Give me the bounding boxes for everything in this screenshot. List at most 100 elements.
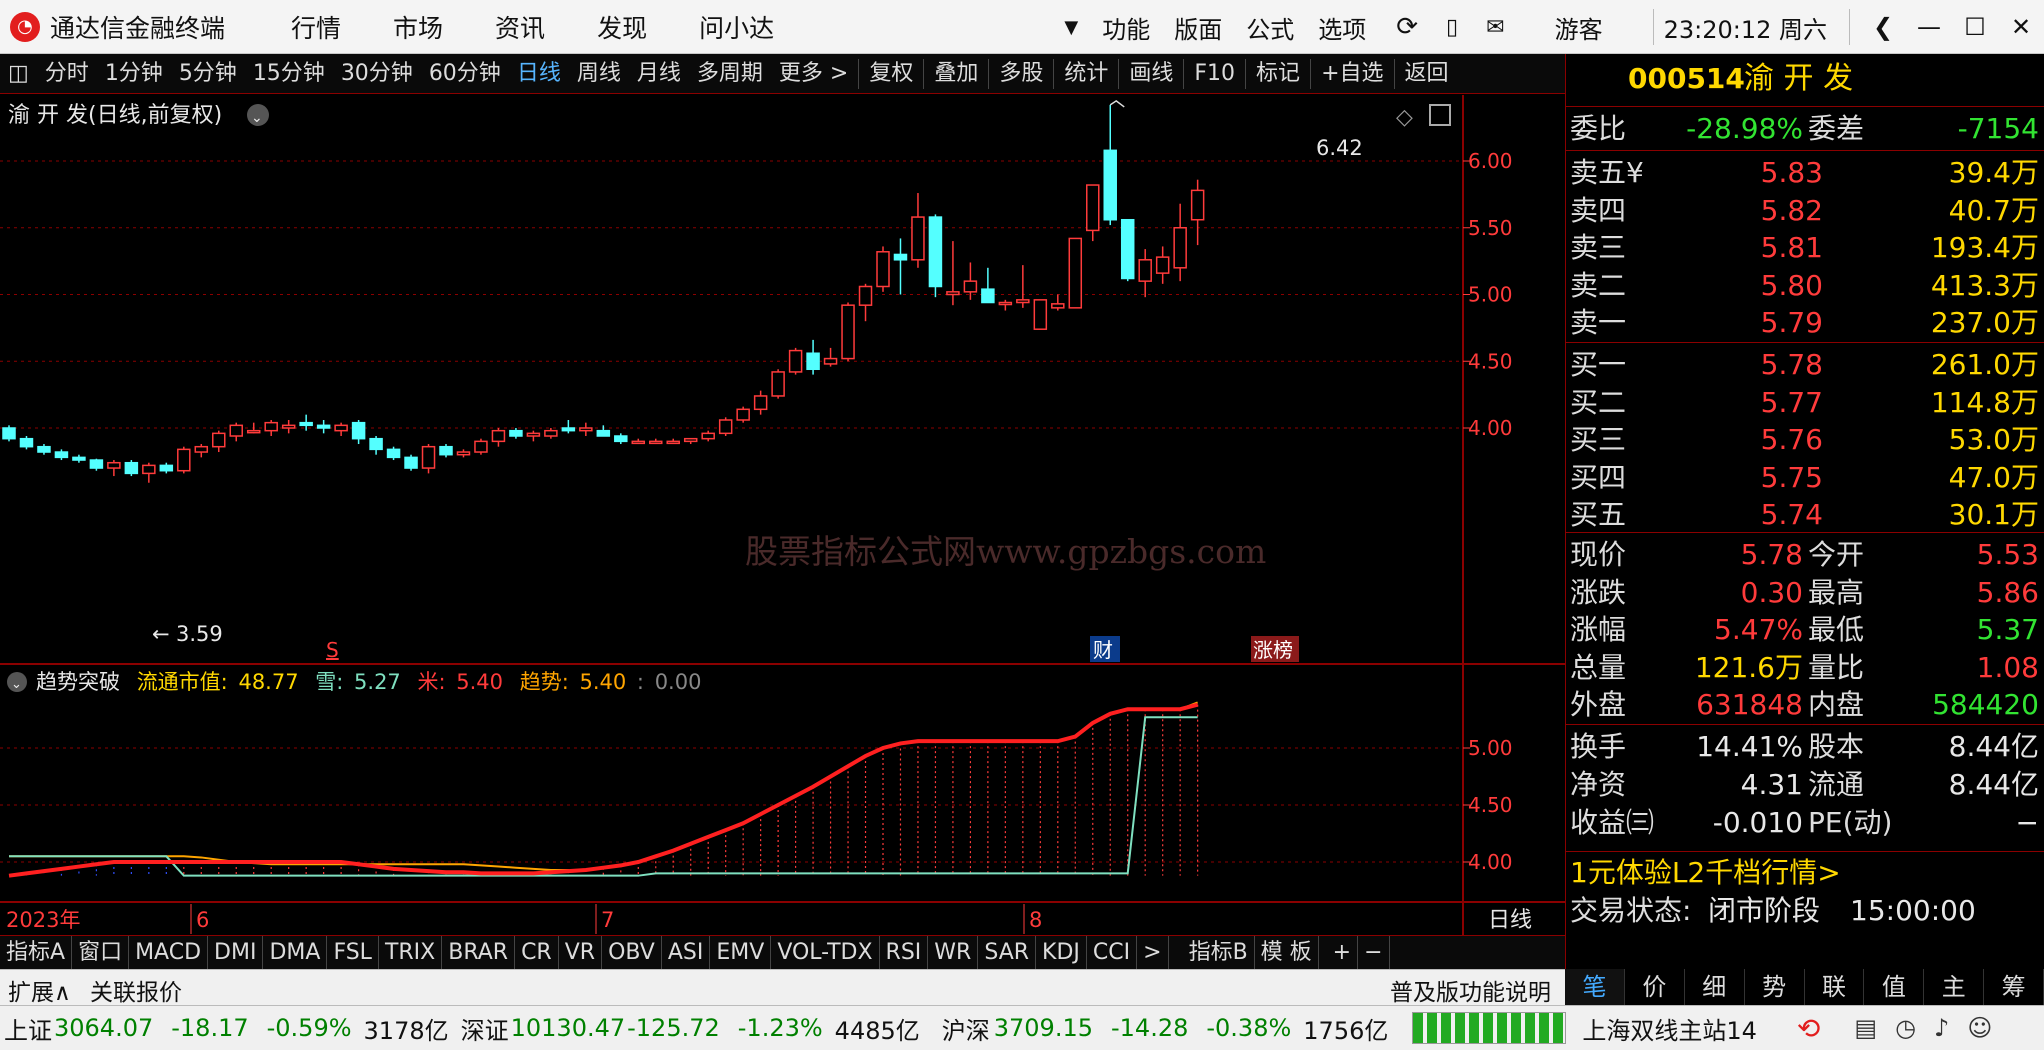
bid-row[interactable]: 买五 5.74 30.1万: [1566, 496, 2044, 534]
indicator-tab[interactable]: FSL: [327, 935, 379, 970]
indicator-tab[interactable]: 窗口: [72, 935, 130, 970]
chevron-down-icon[interactable]: ▼: [1064, 17, 1078, 38]
promo-link[interactable]: 1元体验L2千档行情>: [1570, 854, 1841, 892]
indicator-tab[interactable]: KDJ: [1036, 935, 1087, 970]
indicator-tab[interactable]: MACD: [129, 935, 209, 970]
maximize-icon[interactable]: ☐: [1952, 13, 1998, 41]
user-icon[interactable]: ☺: [1967, 1014, 1992, 1042]
quote-tab[interactable]: 细: [1685, 969, 1745, 1005]
menu-zixun[interactable]: 资讯: [495, 9, 545, 45]
period-15min[interactable]: 15分钟: [245, 54, 333, 94]
indicator-tab[interactable]: 指标A: [0, 935, 73, 970]
promo-row[interactable]: 1元体验L2千档行情>: [1566, 854, 2044, 892]
indicator-tab[interactable]: VR: [559, 935, 603, 970]
refresh-icon[interactable]: ⟳: [1396, 12, 1418, 42]
chart-area[interactable]: 渝 开 发(日线,前复权) ⌄ ◇ 股票指标公式网www.gpzbgs.com …: [0, 95, 1565, 935]
quote-tab[interactable]: 势: [1745, 969, 1805, 1005]
indicator-tab[interactable]: 模 板: [1255, 935, 1319, 970]
indicator-tab[interactable]: VOL-TDX: [771, 935, 880, 970]
quote-tab[interactable]: 价: [1625, 969, 1685, 1005]
indicator-tab[interactable]: RSI: [880, 935, 929, 970]
indicator-tab[interactable]: ASI: [662, 935, 711, 970]
action-duogu[interactable]: 多股: [991, 54, 1051, 94]
minimize-icon[interactable]: —: [1906, 13, 1952, 41]
bid-row[interactable]: 买二 5.77 114.8万: [1566, 384, 2044, 422]
indicator-tab[interactable]: OBV: [602, 935, 662, 970]
menu-wenxiaoda[interactable]: 问小达: [699, 9, 774, 45]
diamond-icon[interactable]: ◇: [1396, 105, 1413, 130]
period-daily[interactable]: 日线: [509, 54, 569, 94]
action-back[interactable]: 返回: [1397, 54, 1457, 94]
indicator-tab[interactable]: SAR: [978, 935, 1037, 970]
menu-faxian[interactable]: 发现: [597, 9, 647, 45]
mail-icon[interactable]: ✉: [1486, 15, 1504, 40]
period-1min[interactable]: 1分钟: [97, 54, 171, 94]
phone-icon[interactable]: ▯: [1446, 15, 1458, 40]
user-label[interactable]: 游客: [1555, 10, 1603, 45]
indicator-tab[interactable]: CR: [515, 935, 559, 970]
connection-icon[interactable]: ⟲: [1797, 1012, 1820, 1045]
index-hs-name[interactable]: 沪深: [942, 1011, 990, 1046]
indicator-tab[interactable]: DMI: [208, 935, 264, 970]
related-quote-button[interactable]: 关联报价: [90, 973, 182, 1007]
period-fenshi[interactable]: 分时: [37, 54, 97, 94]
action-f10[interactable]: F10: [1186, 54, 1243, 94]
calendar-icon[interactable]: ▤: [1854, 1014, 1877, 1042]
ask-row[interactable]: 卖二 5.80 413.3万: [1566, 267, 2044, 305]
event-marker-zhangbang[interactable]: 涨榜: [1253, 638, 1293, 662]
bid-row[interactable]: 买四 5.75 47.0万: [1566, 459, 2044, 497]
period-more[interactable]: 更多 >: [771, 54, 856, 94]
menu-shichang[interactable]: 市场: [393, 9, 443, 45]
indicator-tab[interactable]: DMA: [263, 935, 328, 970]
indicator-tab[interactable]: −: [1358, 935, 1390, 970]
indicator-tab[interactable]: CCI: [1087, 935, 1138, 970]
indicator-tab[interactable]: BRAR: [442, 935, 516, 970]
quote-tab[interactable]: 筹: [1984, 969, 2044, 1005]
quote-tab[interactable]: 值: [1864, 969, 1925, 1005]
alarm-icon[interactable]: ◷: [1895, 1014, 1916, 1042]
index-sh-name[interactable]: 上证: [4, 1011, 52, 1046]
period-60min[interactable]: 60分钟: [421, 54, 509, 94]
back-icon[interactable]: ❮: [1860, 13, 1906, 41]
menu-hangqing[interactable]: 行情: [291, 9, 341, 45]
ask-row[interactable]: 卖三 5.81 193.4万: [1566, 229, 2044, 267]
quote-tab[interactable]: 主: [1924, 969, 1985, 1005]
bell-icon[interactable]: ♪: [1934, 1014, 1949, 1042]
period-5min[interactable]: 5分钟: [171, 54, 245, 94]
bid-row[interactable]: 买一 5.78 261.0万: [1566, 346, 2044, 384]
help-button[interactable]: 普及版功能说明: [1390, 973, 1551, 1007]
action-diejia[interactable]: 叠加: [926, 54, 986, 94]
quote-tab[interactable]: 笔: [1565, 969, 1625, 1005]
index-sz-name[interactable]: 深证: [461, 1011, 509, 1046]
layout-toggle-icon[interactable]: ◫: [0, 54, 37, 94]
action-add-watchlist[interactable]: +自选: [1313, 54, 1391, 94]
indicator-tab[interactable]: WR: [928, 935, 979, 970]
action-fuquan[interactable]: 复权: [861, 54, 921, 94]
indicator-tab[interactable]: EMV: [710, 935, 772, 970]
event-marker-s[interactable]: S: [326, 638, 339, 662]
ask-row[interactable]: 卖四 5.82 40.7万: [1566, 192, 2044, 230]
menu-banmian[interactable]: 版面: [1174, 10, 1222, 45]
action-biaoji[interactable]: 标记: [1248, 54, 1308, 94]
quote-tab[interactable]: 联: [1805, 969, 1865, 1005]
event-marker-cai[interactable]: 财: [1093, 638, 1113, 662]
period-30min[interactable]: 30分钟: [333, 54, 421, 94]
indicator-tab[interactable]: >: [1137, 935, 1169, 970]
menu-gongshi[interactable]: 公式: [1246, 10, 1294, 45]
action-huaxian[interactable]: 画线: [1121, 54, 1181, 94]
indicator-tab[interactable]: 指标B: [1183, 935, 1255, 970]
close-icon[interactable]: ✕: [1998, 13, 2044, 41]
period-monthly[interactable]: 月线: [629, 54, 689, 94]
indicator-tab[interactable]: +: [1327, 935, 1359, 970]
server-name[interactable]: 上海双线主站14: [1582, 1011, 1757, 1046]
indicator-tab[interactable]: TRIX: [379, 935, 443, 970]
menu-gongneng[interactable]: 功能: [1102, 10, 1150, 45]
ask-row[interactable]: 卖一 5.79 237.0万: [1566, 304, 2044, 342]
expand-button[interactable]: 扩展∧: [8, 973, 71, 1007]
menu-xuanxiang[interactable]: 选项: [1318, 10, 1366, 45]
bid-row[interactable]: 买三 5.76 53.0万: [1566, 421, 2044, 459]
ask-row[interactable]: 卖五¥ 5.83 39.4万: [1566, 154, 2044, 192]
action-tongji[interactable]: 统计: [1056, 54, 1116, 94]
period-multi[interactable]: 多周期: [689, 54, 771, 94]
period-weekly[interactable]: 周线: [569, 54, 629, 94]
